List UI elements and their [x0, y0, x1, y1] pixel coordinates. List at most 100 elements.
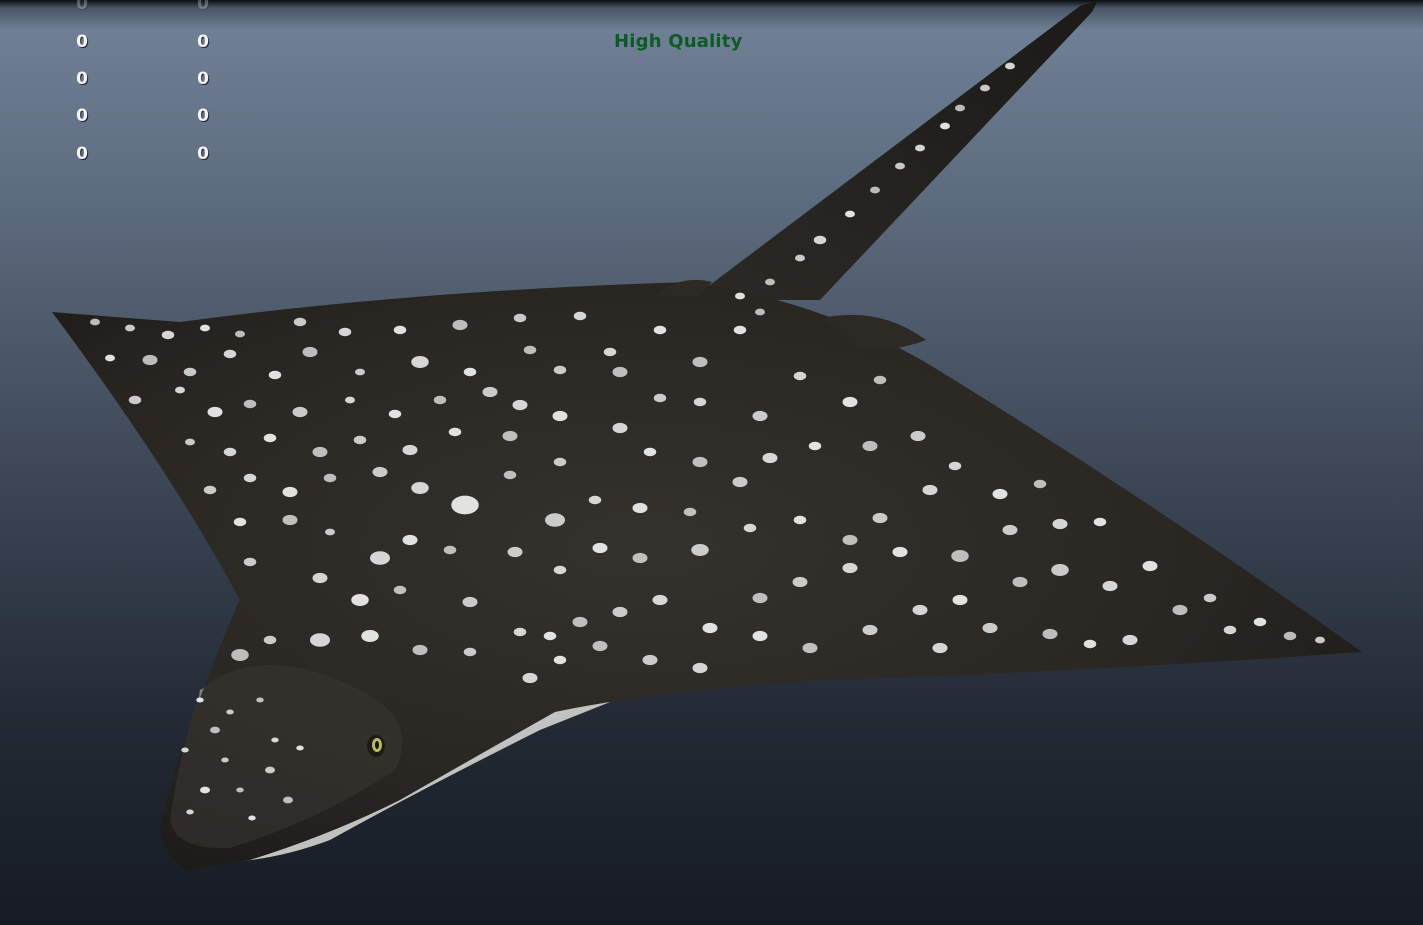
- ray-spot: [755, 308, 765, 316]
- ray-spot: [200, 324, 210, 332]
- ray-spot: [90, 318, 100, 326]
- ray-spot: [692, 356, 708, 368]
- ray-spot: [1223, 625, 1237, 635]
- ray-spot: [652, 594, 668, 606]
- ray-spot: [980, 84, 990, 92]
- ray-spot: [553, 457, 567, 467]
- ray-spot: [845, 210, 855, 218]
- ray-spot: [543, 631, 557, 641]
- ray-spot: [955, 104, 965, 112]
- ray-spot: [243, 557, 257, 567]
- ray-spot: [951, 550, 969, 562]
- ray-spot: [842, 396, 858, 408]
- ray-spot: [552, 410, 568, 422]
- ray-spot: [1033, 479, 1047, 489]
- ray-spot: [312, 446, 328, 458]
- ray-spot: [653, 325, 667, 335]
- ray-spot: [1142, 560, 1158, 572]
- ray-spot: [512, 399, 528, 411]
- 3d-viewport[interactable]: 0 0 0 0 0 0 0 0 0 0 High Quality: [0, 0, 1423, 925]
- ray-spot: [573, 311, 587, 321]
- ray-spot: [161, 330, 175, 340]
- ray-spot: [452, 319, 468, 331]
- ray-spot: [793, 515, 807, 525]
- ray-spot: [268, 370, 282, 380]
- ray-spot: [256, 697, 264, 703]
- ray-spot: [338, 327, 352, 337]
- ray-spot: [233, 517, 247, 527]
- ray-spot: [692, 456, 708, 468]
- ray-spot: [1203, 593, 1217, 603]
- ray-spot: [732, 476, 748, 488]
- hud-stat-value: 0: [197, 106, 209, 126]
- ray-spot: [323, 473, 337, 483]
- ray-spot: [200, 786, 210, 794]
- ray-spot: [612, 366, 628, 378]
- ray-spot: [612, 606, 628, 618]
- ray-spot: [1315, 636, 1325, 644]
- ray-spot: [196, 697, 204, 703]
- hud-stat-value: 0: [197, 0, 209, 14]
- ray-spot: [463, 367, 477, 377]
- ray-spot: [448, 427, 462, 437]
- eagle-ray-model: [52, 0, 1362, 870]
- ray-spot: [351, 594, 369, 606]
- ray-spot: [296, 745, 304, 751]
- ray-spot: [733, 325, 747, 335]
- ray-spot: [142, 354, 158, 366]
- ray-spot: [765, 278, 775, 286]
- ray-spot: [203, 485, 217, 495]
- ray-spot: [393, 325, 407, 335]
- ray-spot: [210, 726, 220, 734]
- ray-spot: [683, 507, 697, 517]
- ray-spot: [1042, 628, 1058, 640]
- ray-spot: [393, 585, 407, 595]
- ray-spot: [952, 594, 968, 606]
- quality-label: High Quality: [614, 31, 743, 52]
- ray-spot: [271, 737, 279, 743]
- ray-spot: [370, 551, 390, 565]
- ray-spot: [183, 367, 197, 377]
- hud-stat-value: 0: [76, 0, 88, 14]
- ray-spot: [293, 317, 307, 327]
- ray-spot: [632, 502, 648, 514]
- ray-spot: [743, 523, 757, 533]
- ray-spot: [243, 399, 257, 409]
- ray-spot: [402, 534, 418, 546]
- ray-spot: [692, 662, 708, 674]
- ray-spot: [263, 433, 277, 443]
- ray-spot: [411, 356, 429, 368]
- ray-spot: [1012, 576, 1028, 588]
- ray-spot: [302, 346, 318, 358]
- ray-spot: [1172, 604, 1188, 616]
- ray-spot: [691, 544, 709, 556]
- ray-spot: [353, 435, 367, 445]
- ray-spot: [1122, 634, 1138, 646]
- ray-spot: [248, 815, 256, 821]
- ray-spot: [507, 546, 523, 558]
- ray-spot: [632, 552, 648, 564]
- ray-spot: [795, 254, 805, 262]
- ray-spot: [992, 488, 1008, 500]
- ray-spot: [910, 430, 926, 442]
- ray-spot: [128, 395, 142, 405]
- ray-spot: [752, 410, 768, 422]
- ray-spot: [553, 565, 567, 575]
- ray-spot: [372, 466, 388, 478]
- ray-spot: [226, 709, 234, 715]
- ray-spot: [862, 440, 878, 452]
- ray-spot: [572, 616, 588, 628]
- ray-spot: [223, 447, 237, 457]
- ray-spot: [292, 406, 308, 418]
- ray-spot: [793, 371, 807, 381]
- ray-spot: [175, 386, 185, 394]
- ray-spot: [1093, 517, 1107, 527]
- ray-spot: [265, 766, 275, 774]
- ray-spot: [513, 627, 527, 637]
- ray-spot: [1102, 580, 1118, 592]
- ray-spot: [263, 635, 277, 645]
- ray-spot: [895, 162, 905, 170]
- ray-spot: [243, 473, 257, 483]
- ray-spot: [361, 630, 379, 642]
- ray-spot: [808, 441, 822, 451]
